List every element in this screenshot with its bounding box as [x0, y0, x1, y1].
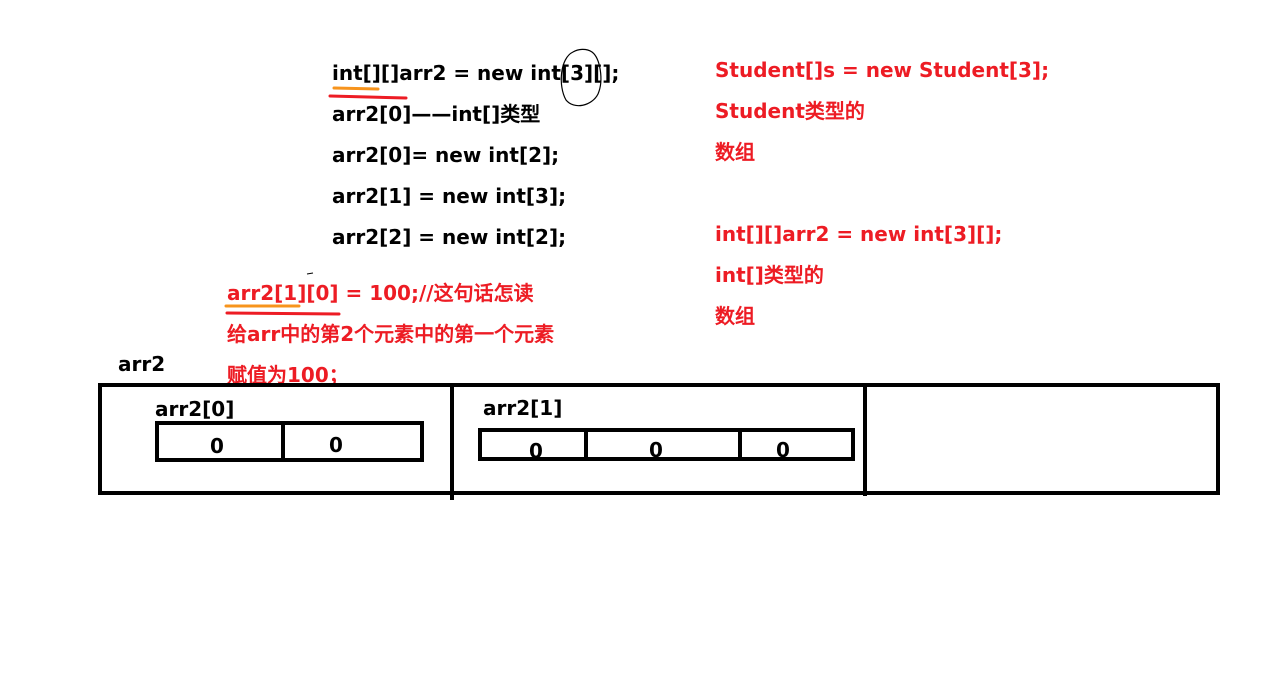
sub-array-0-box: [155, 421, 424, 462]
note-int-2d-array: int[][]arr2 = new int[3][];: [715, 222, 1003, 246]
code-line-init-0: arr2[0]= new int[2];: [332, 143, 560, 167]
note-int-type: int[]类型的: [715, 263, 824, 287]
note-student-array: Student[]s = new Student[3];: [715, 58, 1050, 82]
orange-underline-int-type: [332, 86, 380, 91]
sub-array-0-divider: [281, 423, 285, 460]
sub-array-0-cell-0: 0: [210, 434, 224, 458]
stray-tick-mark: [306, 272, 314, 275]
note-student-type: Student类型的: [715, 99, 865, 123]
sub-array-1-divider-1: [584, 430, 588, 459]
sub-array-1-cell-1: 0: [649, 438, 663, 462]
hand-drawn-marks: [224, 48, 602, 316]
code-line-init-2: arr2[2] = new int[2];: [332, 225, 567, 249]
code-line-declaration: int[][]arr2 = new int[3][];: [332, 61, 620, 85]
sub-array-0-label: arr2[0]: [155, 397, 235, 421]
annotation-assignment: arr2[1][0] = 100;//这句话怎读: [227, 281, 534, 305]
red-underline-annotation: [225, 311, 341, 316]
code-line-element-type: arr2[0]——int[]类型: [332, 102, 541, 126]
note-array-word: 数组: [715, 140, 755, 164]
outer-array-divider-1: [450, 385, 454, 500]
sub-array-1-cell-2: 0: [776, 438, 790, 462]
red-underline-declaration: [328, 94, 408, 100]
note-array-word-2: 数组: [715, 304, 755, 328]
sub-array-1-divider-2: [738, 428, 742, 459]
annotation-explanation: 给arr中的第2个元素中的第一个元素: [227, 322, 555, 346]
outer-array-label: arr2: [118, 352, 166, 376]
sub-array-0-cell-1: 0: [329, 433, 343, 457]
whiteboard-canvas: int[][]arr2 = new int[3][]; arr2[0]——int…: [0, 0, 1274, 695]
outer-array-divider-2: [863, 385, 867, 496]
sub-array-1-cell-0: 0: [529, 439, 543, 463]
code-line-init-1: arr2[1] = new int[3];: [332, 184, 567, 208]
sub-array-1-label: arr2[1]: [483, 396, 563, 420]
